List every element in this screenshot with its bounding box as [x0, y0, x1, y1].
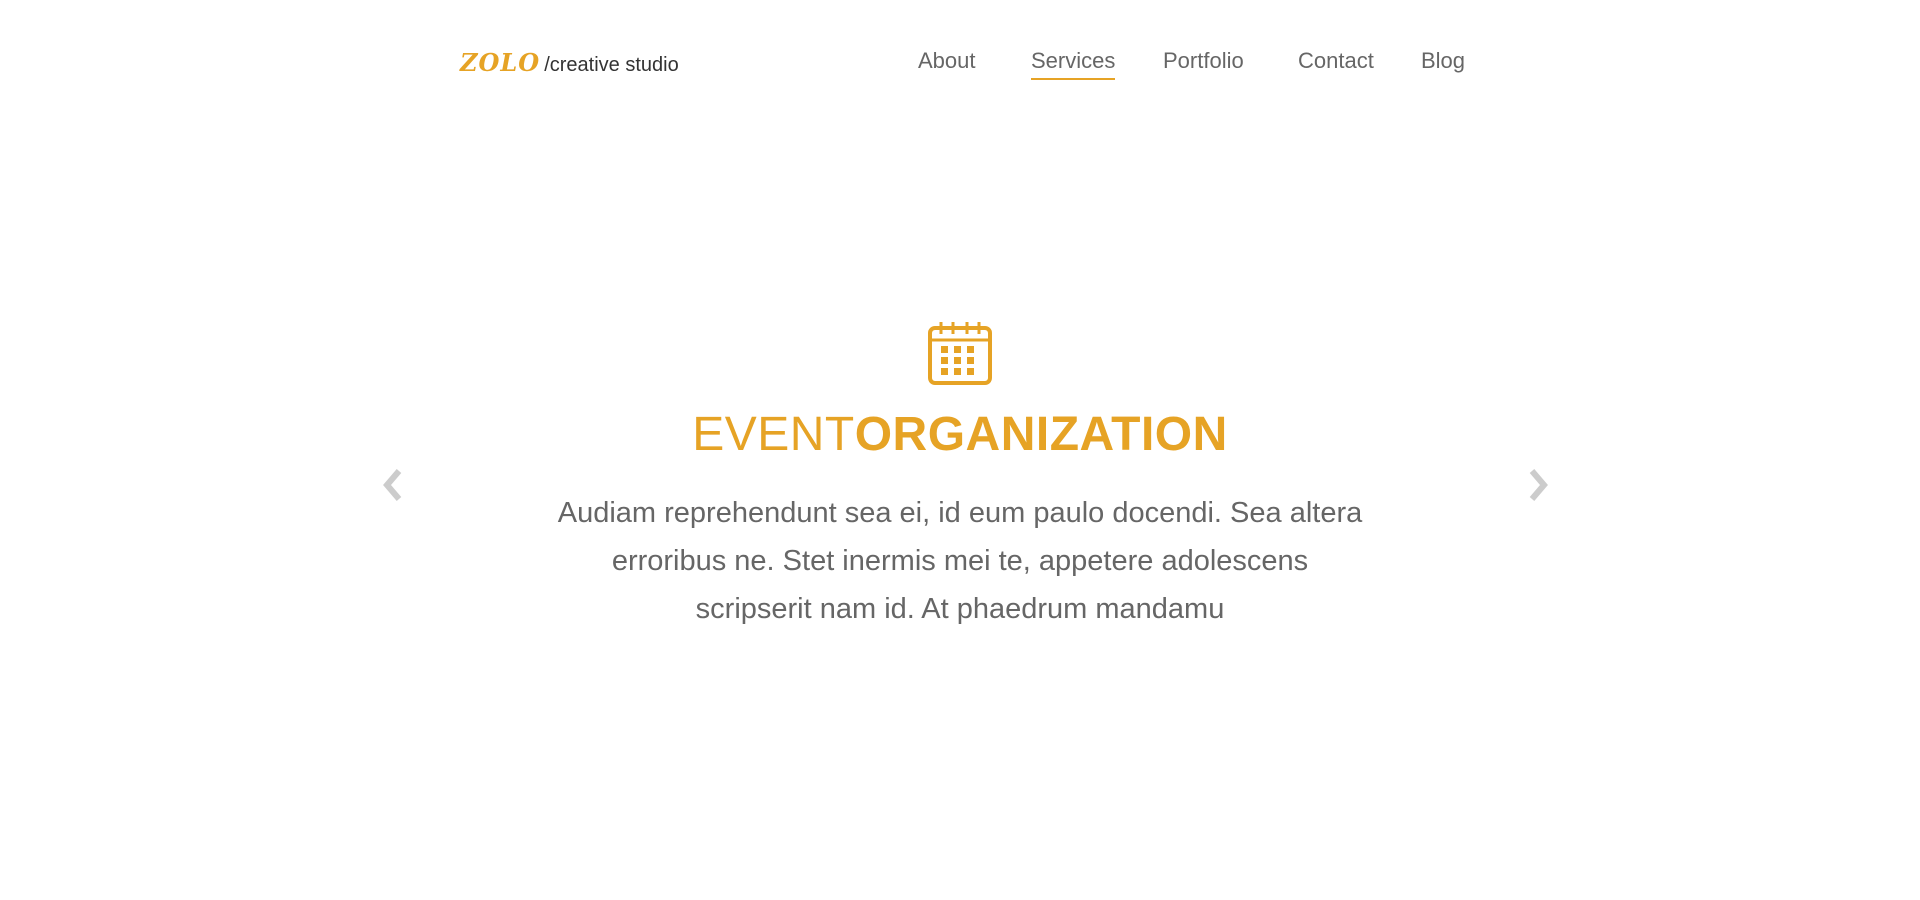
slide: EVENTORGANIZATION Audiam reprehendunt se…: [0, 320, 1920, 633]
nav-item-about[interactable]: About: [918, 44, 976, 78]
slide-title-bold: ORGANIZATION: [854, 408, 1228, 461]
nav-item-portfolio[interactable]: Portfolio: [1163, 44, 1244, 78]
nav-item-blog[interactable]: Blog: [1421, 44, 1465, 78]
calendar-icon: [928, 322, 992, 385]
slide-description: Audiam reprehendunt sea ei, id eum paulo…: [557, 497, 1363, 625]
nav-item-services[interactable]: Services: [1031, 44, 1116, 80]
slide-title: EVENTORGANIZATION: [0, 407, 1920, 463]
slide-title-light: EVENT: [692, 408, 855, 461]
nav-item-contact[interactable]: Contact: [1298, 44, 1374, 78]
main-nav: About Services Portfolio Contact Blog: [0, 44, 1920, 84]
